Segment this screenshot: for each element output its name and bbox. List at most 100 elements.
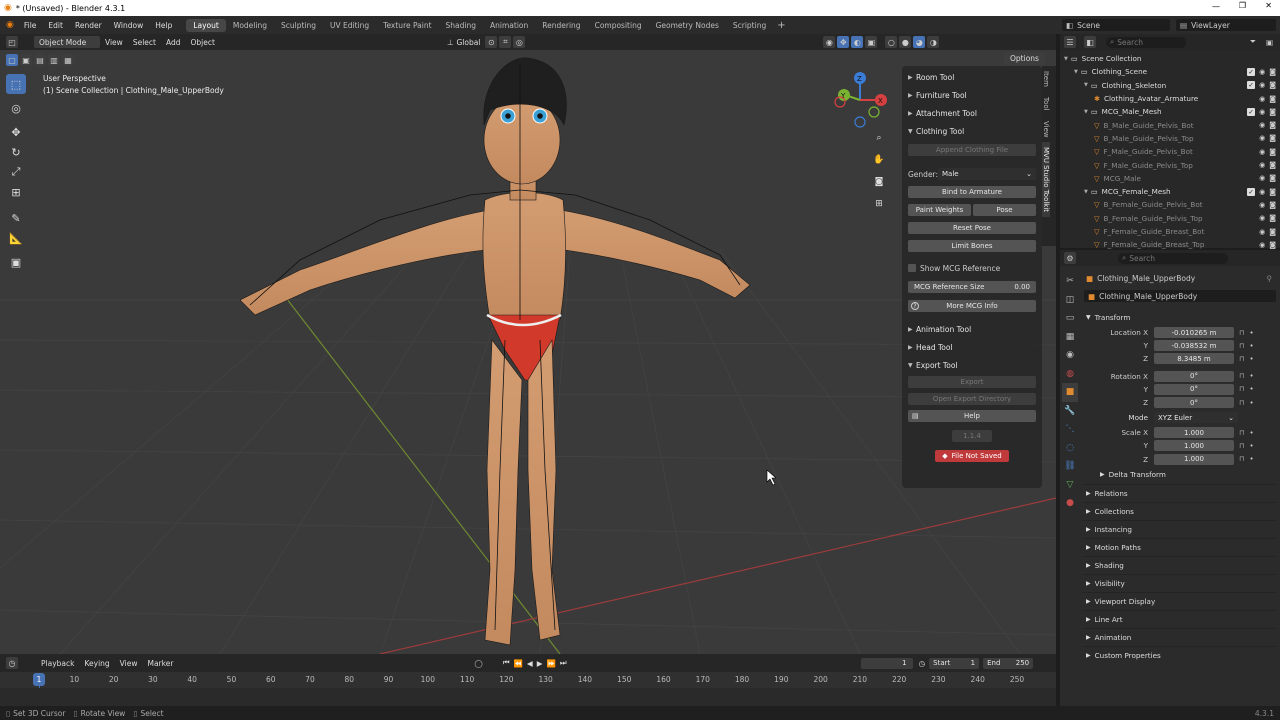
eye-icon[interactable]: ◉ — [1259, 148, 1265, 156]
pan-hand-icon[interactable]: ✋ — [871, 152, 887, 168]
transform-value-field[interactable]: -0.038532 m — [1154, 340, 1234, 352]
eye-icon[interactable]: ◉ — [1259, 81, 1265, 89]
rendered-shading-icon[interactable]: ◑ — [927, 36, 940, 48]
scene-tab-icon[interactable]: ◉ — [1062, 346, 1078, 365]
workspace-tab-scripting[interactable]: Scripting — [726, 19, 773, 32]
export-button[interactable]: Export — [908, 376, 1036, 388]
lock-icon[interactable]: ⊓ — [1239, 355, 1244, 363]
eye-icon[interactable]: ◉ — [1259, 214, 1265, 222]
menu-render[interactable]: Render — [69, 21, 108, 30]
append-clothing-button[interactable]: Append Clothing File — [908, 144, 1036, 156]
eye-icon[interactable]: ◉ — [1259, 241, 1265, 249]
lock-icon[interactable]: ⊓ — [1239, 442, 1244, 450]
properties-search-input[interactable]: ⌕ Search — [1118, 252, 1228, 264]
properties-editor-icon[interactable]: ⚙ — [1064, 252, 1076, 264]
physics-tab-icon[interactable]: ◌ — [1062, 439, 1078, 458]
transform-value-field[interactable]: 1.000 — [1154, 440, 1234, 452]
frame-ruler[interactable]: 10 20 30 40 50 60 70 80 90 100 110 120 130 140 150 160 1… — [0, 672, 1056, 706]
select-menu[interactable]: Select — [128, 36, 161, 48]
transform-value-field[interactable]: 0° — [1154, 383, 1234, 395]
minimize-button[interactable]: — — [1212, 2, 1220, 11]
outliner-editor-icon[interactable]: ☰ — [1064, 36, 1076, 48]
transform-value-field[interactable]: 1.000 — [1154, 453, 1234, 465]
sidebar-tab-tool[interactable]: Tool — [1042, 92, 1050, 116]
camera-icon[interactable]: ◙ — [1269, 134, 1276, 142]
paint-weights-button[interactable]: Paint Weights — [908, 204, 971, 216]
object-menu[interactable]: Object — [185, 36, 219, 48]
viewlayer-selector[interactable]: ▤ ViewLayer — [1176, 19, 1276, 31]
outliner-row[interactable]: ▽ F_Female_Guide_Breast_Bot ◉ ◙ — [1060, 225, 1280, 238]
navigation-gizmo[interactable]: Z X Y — [834, 72, 887, 128]
keying-menu[interactable]: Keying — [79, 657, 114, 669]
eye-icon[interactable]: ◉ — [1259, 174, 1265, 182]
eye-icon[interactable]: ◉ — [1259, 121, 1265, 129]
camera-view-icon[interactable]: ◙ — [871, 174, 887, 190]
outliner-row[interactable]: ▼ ▭ Clothing_Scene ✓ ◉ ◙ — [1060, 65, 1280, 78]
section-head-tool[interactable]: ▶ Head Tool — [902, 338, 1042, 356]
checkbox-checked-icon[interactable]: ✓ — [1247, 81, 1256, 90]
select-intersect-icon[interactable]: ▦ — [62, 54, 74, 66]
limit-bones-button[interactable]: Limit Bones — [908, 240, 1036, 252]
new-collection-icon[interactable]: ▣ — [1266, 38, 1273, 47]
camera-icon[interactable]: ◙ — [1269, 228, 1276, 236]
jump-start-icon[interactable]: ⏮ — [503, 658, 510, 668]
lock-icon[interactable]: ⊓ — [1239, 385, 1244, 393]
sidebar-tab-item[interactable]: Item — [1042, 66, 1050, 92]
data-tab-icon[interactable]: ▽ — [1062, 476, 1078, 495]
timeline-editor-icon[interactable]: ◷ — [6, 657, 18, 669]
annotate-tool-icon[interactable]: ✎ — [6, 208, 26, 228]
scale-tool-icon[interactable]: ⤢ — [6, 162, 26, 182]
add-workspace-button[interactable]: + — [777, 20, 785, 31]
render-tab-icon[interactable]: ◫ — [1062, 291, 1078, 310]
mcg-size-field[interactable]: MCG Reference Size 0.00 — [908, 281, 1036, 293]
tool-tab-icon[interactable]: ✂ — [1062, 272, 1078, 291]
rotate-tool-icon[interactable]: ↻ — [6, 142, 26, 162]
chevron-down-icon[interactable]: ▼ — [1084, 189, 1088, 195]
section-animation-tool[interactable]: ▶ Animation Tool — [902, 320, 1042, 338]
outliner-row[interactable]: ▼ ▭ Clothing_Skeleton ✓ ◉ ◙ — [1060, 79, 1280, 92]
prev-keyframe-icon[interactable]: ⏪ — [514, 659, 523, 668]
transform-value-field[interactable]: -0.010265 m — [1154, 327, 1234, 339]
transform-value-field[interactable]: 1.000 — [1154, 427, 1234, 439]
keyframe-dot-icon[interactable]: • — [1249, 372, 1253, 380]
checkbox-checked-icon[interactable]: ✓ — [1247, 187, 1256, 196]
next-keyframe-icon[interactable]: ⏩ — [546, 659, 555, 668]
section-collections[interactable]: ▶ Collections — [1082, 501, 1276, 520]
jump-end-icon[interactable]: ⏭ — [560, 658, 567, 668]
move-tool-icon[interactable]: ✥ — [6, 122, 26, 142]
gizmo-toggle-icon[interactable]: ✥ — [837, 36, 850, 48]
record-icon[interactable]: ◯ — [474, 659, 482, 668]
show-mcg-checkbox[interactable]: Show MCG Reference — [908, 262, 1036, 274]
blender-menu-icon[interactable]: ◉ — [6, 20, 14, 30]
outliner-row[interactable]: ▽ F_Male_Guide_Pelvis_Bot ◉ ◙ — [1060, 145, 1280, 158]
eye-icon[interactable]: ◉ — [1259, 201, 1265, 209]
playback-menu[interactable]: Playback — [36, 657, 79, 669]
keyframe-dot-icon[interactable]: • — [1249, 455, 1253, 463]
marker-menu[interactable]: Marker — [142, 657, 178, 669]
outliner-row[interactable]: ▽ B_Female_Guide_Pelvis_Bot ◉ ◙ — [1060, 198, 1280, 211]
material-shading-icon[interactable]: ◕ — [913, 36, 926, 48]
delta-transform-header[interactable]: ▶ Delta Transform — [1082, 466, 1276, 484]
view-menu[interactable]: View — [100, 36, 128, 48]
play-icon[interactable]: ▶ — [537, 659, 543, 668]
camera-icon[interactable]: ◙ — [1269, 108, 1276, 116]
scene-selector[interactable]: ◧ Scene — [1062, 19, 1170, 31]
measure-tool-icon[interactable]: 📐 — [6, 228, 26, 248]
keyframe-dot-icon[interactable]: • — [1249, 355, 1253, 363]
visibility-icon[interactable]: ◉ — [823, 36, 836, 48]
solid-shading-icon[interactable]: ● — [899, 36, 912, 48]
world-tab-icon[interactable]: ◍ — [1062, 365, 1078, 384]
camera-icon[interactable]: ◙ — [1269, 174, 1276, 182]
chevron-down-icon[interactable]: ▼ — [1064, 56, 1068, 62]
outliner-row[interactable]: ▼ ▭ MCG_Male_Mesh ✓ ◉ ◙ — [1060, 105, 1280, 118]
camera-icon[interactable]: ◙ — [1269, 148, 1276, 156]
object-name-field[interactable]: ■ Clothing_Male_UpperBody — [1084, 290, 1276, 302]
lock-icon[interactable]: ⊓ — [1239, 455, 1244, 463]
pin-icon[interactable]: ⚲ — [1267, 274, 1273, 283]
cursor-tool-icon[interactable]: ◎ — [6, 98, 26, 118]
filter-icon[interactable]: ⏷ — [1250, 37, 1256, 47]
outliner-row[interactable]: ▼ ▭ Scene Collection — [1060, 52, 1280, 65]
section-attachment-tool[interactable]: ▶ Attachment Tool — [902, 104, 1042, 122]
options-button[interactable]: Options — [1004, 52, 1045, 65]
keyframe-dot-icon[interactable]: • — [1249, 385, 1253, 393]
